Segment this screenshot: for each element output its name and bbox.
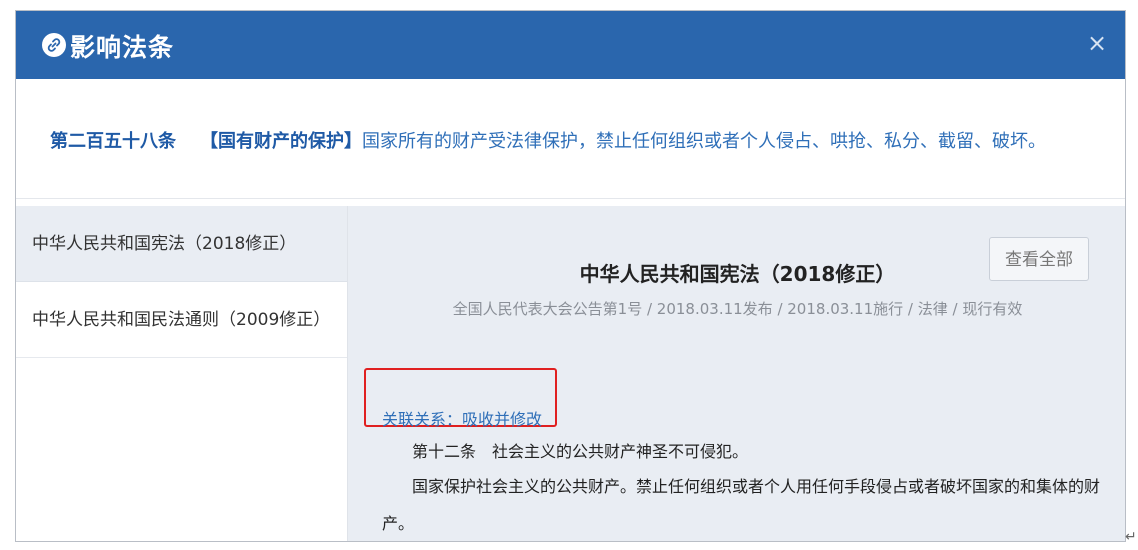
- clause-text: 国家所有的财产受法律保护，禁止任何组织或者个人侵占、哄抢、私分、截留、破坏。: [362, 131, 1046, 152]
- return-glyph-icon: ↵: [1125, 529, 1137, 545]
- sidebar-item-civil-law[interactable]: 中华人民共和国民法通则（2009修正）: [16, 282, 347, 358]
- article-paragraph: 第十二条 社会主义的公共财产神圣不可侵犯。: [412, 442, 749, 461]
- close-icon[interactable]: ×: [1083, 29, 1111, 57]
- document-meta: 全国人民代表大会公告第1号 / 2018.03.11发布 / 2018.03.1…: [452, 300, 1023, 318]
- clause-line: 第二百五十八条 【国有财产的保护】国家所有的财产受法律保护，禁止任何组织或者个人侵…: [50, 127, 1046, 153]
- article-paragraph: 产。: [382, 514, 415, 533]
- clause-banner: 第二百五十八条 【国有财产的保护】国家所有的财产受法律保护，禁止任何组织或者个人侵…: [16, 79, 1125, 199]
- dialog-title: 影响法条: [70, 33, 175, 62]
- dialog-header: 影响法条 ×: [16, 11, 1125, 79]
- article-paragraph: 国家保护社会主义的公共财产。禁止任何组织或者个人用任何手段侵占或者破坏国家的和集…: [412, 477, 1101, 496]
- relation-text: 关联关系：吸收并修改: [382, 410, 543, 429]
- document-panel: 中华人民共和国宪法（2018修正） 查看全部 全国人民代表大会公告第1号 / 2…: [348, 206, 1125, 541]
- view-all-button[interactable]: 查看全部: [989, 237, 1089, 281]
- clause-number: 第二百五十八条: [50, 131, 176, 152]
- link-icon: [42, 33, 66, 57]
- influence-articles-dialog: 影响法条 × 第二百五十八条 【国有财产的保护】国家所有的财产受法律保护，禁止任何…: [15, 10, 1126, 542]
- clause-tag: 【国有财产的保护】: [200, 131, 362, 152]
- sidebar-item-constitution[interactable]: 中华人民共和国宪法（2018修正）: [16, 206, 347, 282]
- law-sidebar: 中华人民共和国宪法（2018修正） 中华人民共和国民法通则（2009修正）: [16, 206, 348, 541]
